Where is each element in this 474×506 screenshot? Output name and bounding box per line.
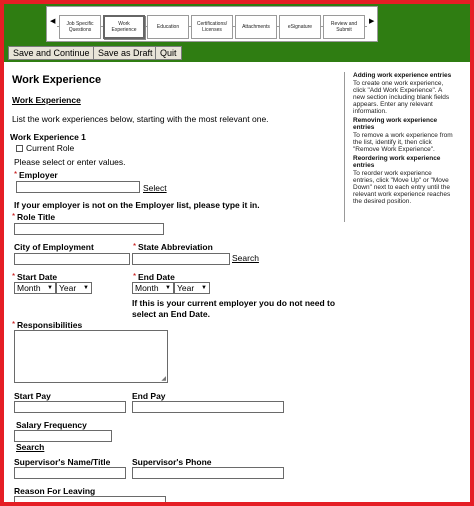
city-input[interactable] [14,253,130,265]
chevron-down-icon: ▼ [201,285,207,291]
responsibilities-textarea[interactable]: ◢ [14,330,168,383]
start-pay-input[interactable] [14,401,126,413]
step-certifications-licenses[interactable]: Certifications/ Licenses [191,15,233,39]
current-role-label: Current Role [26,143,75,153]
resize-grip-icon[interactable]: ◢ [161,375,166,382]
state-input[interactable] [132,253,230,265]
work-experience-form: Work Experience Work Experience List the… [4,62,470,502]
employer-input[interactable] [16,181,140,193]
state-label: State Abbreviation [138,242,213,252]
employer-label: Employer [19,170,58,180]
application-frame: ◀ ▶ Job Specific Questions Work Experien… [4,4,470,502]
select-prompt: Please select or enter values. [14,157,126,167]
city-label: City of Employment [14,242,94,252]
prev-step-arrow-icon[interactable]: ◀ [50,17,55,25]
help-removing-title: entries [353,124,375,131]
start-month-select[interactable]: Month ▼ [14,282,56,294]
quit-button[interactable]: Quit [155,46,182,60]
role-title-required-marker: * [12,212,16,221]
save-and-continue-button[interactable]: Save and Continue [8,46,95,60]
end-pay-label: End Pay [132,391,166,401]
salary-frequency-input[interactable] [14,430,112,442]
help-reordering-line: the desired position. [353,198,412,205]
end-month-select[interactable]: Month ▼ [132,282,174,294]
help-reordering-title: entries [353,162,375,169]
role-title-input[interactable] [14,223,164,235]
next-step-arrow-icon[interactable]: ▶ [369,17,374,25]
chevron-down-icon: ▼ [165,285,171,291]
end-date-required-marker: * [133,272,137,281]
entry-title: Work Experience 1 [10,132,86,142]
responsibilities-label: Responsibilities [17,320,83,330]
instructions-text: List the work experiences below, startin… [12,114,269,124]
chevron-down-icon: ▼ [83,285,89,291]
supervisor-phone-label: Supervisor's Phone [132,457,212,467]
state-required-marker: * [133,242,137,251]
role-title-label: Role Title [17,212,56,222]
step-education[interactable]: Education [147,15,189,39]
start-pay-label: Start Pay [14,391,51,401]
end-date-label: End Date [138,272,175,282]
help-sidebar: Adding work experience entries To create… [344,72,468,222]
step-attachments[interactable]: Attachments [235,15,277,39]
supervisor-phone-input[interactable] [132,467,284,479]
end-pay-input[interactable] [132,401,284,413]
current-role-checkbox[interactable] [16,145,23,152]
reason-for-leaving-input[interactable] [14,496,166,502]
employer-required-marker: * [14,170,18,179]
step-esignature[interactable]: eSignature [279,15,321,39]
chevron-down-icon: ▼ [47,285,53,291]
start-date-label: Start Date [17,272,58,282]
end-year-select[interactable]: Year ▼ [174,282,210,294]
supervisor-name-label: Supervisor's Name/Title [14,457,111,467]
help-removing-line: "Remove Work Experience". [353,146,435,153]
step-navigation-band: ◀ ▶ Job Specific Questions Work Experien… [4,4,470,44]
step-work-experience[interactable]: Work Experience [103,15,145,39]
current-employer-hint-line-1: If this is your current employer you do … [132,298,336,308]
salary-frequency-search-link[interactable]: Search [16,442,44,452]
page-title: Work Experience [12,74,102,86]
help-adding-line: information. [353,108,387,115]
employer-select-link[interactable]: Select [143,183,167,193]
reason-for-leaving-label: Reason For Leaving [14,486,96,496]
current-employer-hint-line-2: select an End Date. [132,309,210,319]
supervisor-name-input[interactable] [14,467,126,479]
help-adding-title: Adding work experience entries [353,72,452,79]
section-link[interactable]: Work Experience [12,95,81,105]
step-navigator: ◀ ▶ Job Specific Questions Work Experien… [46,6,378,42]
employer-hint: If your employer is not on the Employer … [14,200,260,210]
salary-frequency-label: Salary Frequency [16,420,87,430]
action-toolbar: Save and Continue Save as Draft Quit [4,44,470,62]
state-search-link[interactable]: Search [232,253,259,263]
step-job-specific-questions[interactable]: Job Specific Questions [59,15,101,39]
step-review-and-submit[interactable]: Review and Submit [323,15,365,39]
start-year-select[interactable]: Year ▼ [56,282,92,294]
start-date-required-marker: * [12,272,16,281]
responsibilities-required-marker: * [12,320,16,329]
save-as-draft-button[interactable]: Save as Draft [93,46,158,60]
